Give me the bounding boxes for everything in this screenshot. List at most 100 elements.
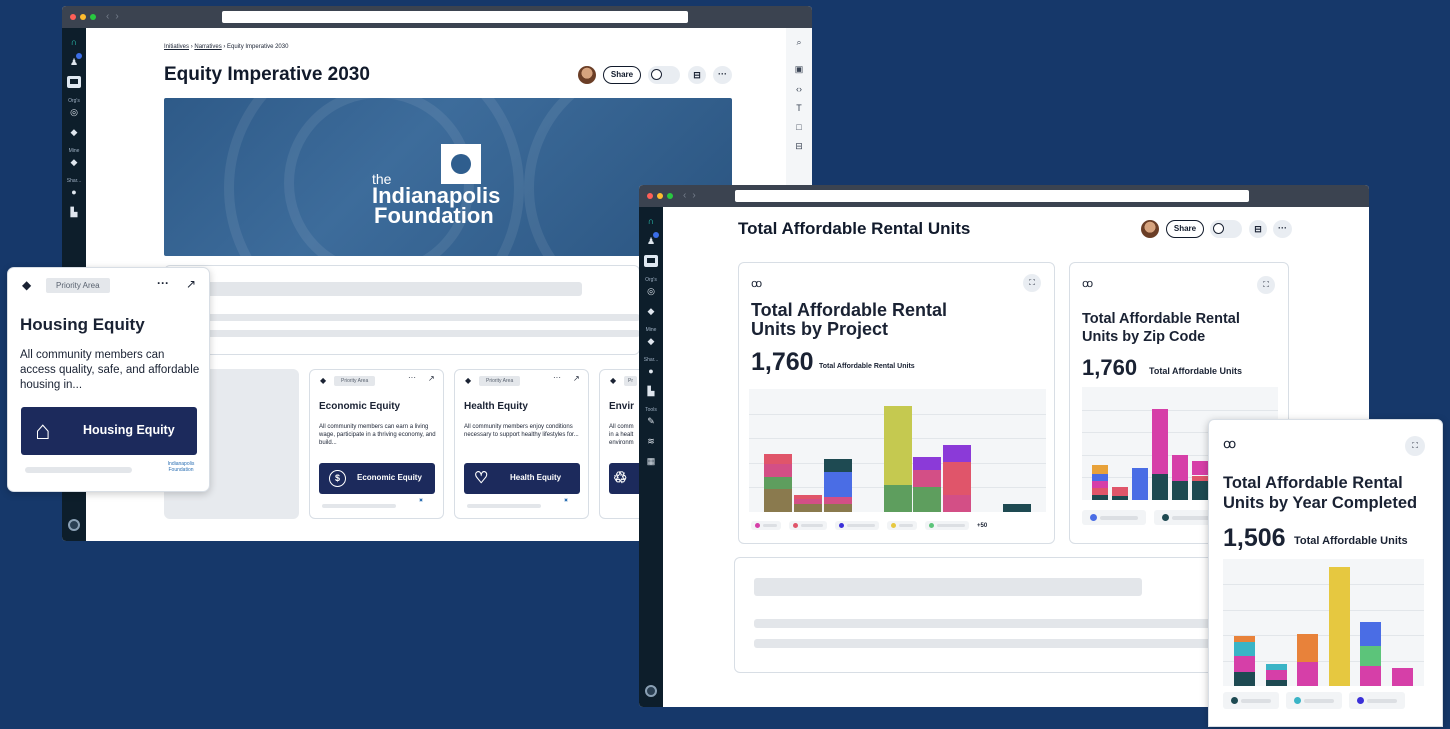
notification-bell-icon[interactable]: ♟ [647, 232, 660, 247]
chart-bar-segment[interactable] [1360, 646, 1381, 666]
chart-bar-segment[interactable] [943, 495, 971, 512]
back-arrow-icon[interactable]: ‹ [106, 12, 109, 22]
box-icon[interactable]: □ [792, 122, 806, 132]
breadcrumb-initiatives[interactable]: Initiatives [164, 44, 189, 50]
minimize-dot[interactable] [80, 14, 86, 20]
breadcrumb-narratives[interactable]: Narratives [194, 44, 221, 50]
orgs-icon[interactable]: ◎ [647, 285, 655, 297]
chart-bar-segment[interactable] [1092, 481, 1108, 488]
chart-bar-segment[interactable] [913, 457, 941, 470]
chart-bar-segment[interactable] [1234, 636, 1255, 642]
narratives-nav-icon[interactable] [67, 76, 81, 88]
forward-arrow-icon[interactable]: › [692, 191, 695, 201]
chart-bar-segment[interactable] [1234, 642, 1255, 656]
app-logo-icon[interactable]: ∩ [71, 36, 78, 48]
chart-bar-segment[interactable] [764, 477, 792, 489]
share-button[interactable]: Share [603, 66, 641, 84]
chart-bar-segment[interactable] [1360, 622, 1381, 646]
chart-bar-segment[interactable] [824, 472, 852, 497]
comments-icon[interactable]: ⊟ [1249, 220, 1267, 238]
chart-bar-segment[interactable] [884, 406, 912, 485]
chart-bar-segment[interactable] [824, 496, 852, 504]
flow-tool-icon[interactable]: ≋ [647, 435, 655, 447]
fullscreen-icon[interactable]: ⛶ [1023, 274, 1041, 292]
chart-bar-segment[interactable] [1152, 409, 1168, 474]
expand-icon[interactable]: ↗ [428, 374, 435, 383]
legend-item[interactable] [1223, 692, 1279, 709]
health-equity-card[interactable]: ◆ Priority Area ··· ↗ Health Equity All … [454, 369, 589, 519]
chart-bar-segment[interactable] [1360, 666, 1381, 686]
layers-icon[interactable]: ◆ [648, 305, 655, 317]
legend-item[interactable] [835, 521, 879, 530]
housing-equity-popup[interactable]: ◆ Priority Area ··· ↗ Housing Equity All… [7, 267, 210, 492]
search-icon[interactable]: ⌕ [792, 37, 806, 48]
comments-icon[interactable]: ⊟ [688, 66, 706, 84]
chart-card-by-project[interactable]: ꝏ ⛶ Total Affordable Rental Units by Pro… [738, 262, 1055, 544]
card-more-button[interactable]: ··· [408, 373, 416, 382]
chart-bar-segment[interactable] [1092, 488, 1108, 495]
chart-bar-segment[interactable] [1234, 656, 1255, 672]
share-button[interactable]: Share [1166, 220, 1204, 238]
app-logo-icon[interactable]: ∩ [648, 215, 655, 227]
code-icon[interactable]: ‹› [792, 84, 806, 94]
chart-card-by-year[interactable]: ꝏ ⛶ Total Affordable Rental Units by Yea… [1208, 419, 1443, 727]
chart-bar-segment[interactable] [1132, 468, 1148, 500]
chart-bar-segment[interactable] [1234, 672, 1255, 686]
profile-avatar[interactable] [645, 685, 657, 697]
chart-bar-segment[interactable] [794, 495, 822, 499]
chart-bar-segment[interactable] [1192, 461, 1208, 475]
expand-icon[interactable]: ↗ [186, 277, 196, 291]
close-dot[interactable] [647, 193, 653, 199]
legend-item[interactable] [751, 521, 781, 530]
chart-bar-segment[interactable] [1266, 670, 1287, 680]
health-equity-button[interactable]: ♡ Health Equity [464, 463, 580, 494]
embed-icon[interactable]: ⊟ [792, 141, 806, 152]
address-bar[interactable] [222, 11, 688, 23]
more-options-button[interactable]: ··· [713, 66, 732, 84]
chart-bar-segment[interactable] [764, 489, 792, 512]
legend-item[interactable] [1082, 510, 1146, 525]
chart-bar-segment[interactable] [1329, 567, 1350, 686]
economic-equity-card[interactable]: ◆ Priority Area ··· ↗ Economic Equity Al… [309, 369, 444, 519]
maximize-dot[interactable] [90, 14, 96, 20]
forward-arrow-icon[interactable]: › [115, 12, 118, 22]
housing-equity-button[interactable]: ⌂ Housing Equity [21, 407, 197, 455]
maximize-dot[interactable] [667, 193, 673, 199]
chart-bar-segment[interactable] [1092, 474, 1108, 481]
minimize-dot[interactable] [657, 193, 663, 199]
mine-layers-icon[interactable]: ◆ [71, 156, 78, 168]
narratives-nav-icon[interactable] [644, 255, 658, 267]
chart-bar-segment[interactable] [824, 459, 852, 472]
comment-toggle[interactable] [648, 66, 680, 84]
legend-item[interactable] [925, 521, 969, 530]
chart-bar-segment[interactable] [1112, 487, 1128, 496]
legend-item[interactable] [887, 521, 917, 530]
text-icon[interactable]: T [792, 103, 806, 113]
chart-bar-segment[interactable] [1112, 496, 1128, 500]
profile-avatar[interactable] [68, 519, 80, 531]
address-bar[interactable] [735, 190, 1249, 202]
back-arrow-icon[interactable]: ‹ [683, 191, 686, 201]
chart-bar-segment[interactable] [884, 485, 912, 512]
chart-bar-segment[interactable] [1192, 476, 1208, 481]
popup-more-button[interactable]: ··· [157, 276, 169, 290]
legend-more[interactable]: +50 [977, 523, 987, 529]
org-icon[interactable]: ▙ [648, 385, 655, 397]
chart-bar-segment[interactable] [824, 504, 852, 512]
chart-bar-segment[interactable] [1172, 455, 1188, 481]
chart-bar-segment[interactable] [764, 454, 792, 464]
close-dot[interactable] [70, 14, 76, 20]
mine-layers-icon[interactable]: ◆ [648, 335, 655, 347]
chart-bar-segment[interactable] [1003, 504, 1031, 512]
chart-bar-segment[interactable] [1266, 664, 1287, 670]
chart-bar-segment[interactable] [1092, 495, 1108, 500]
chart-bar-segment[interactable] [1266, 680, 1287, 686]
notification-bell-icon[interactable]: ♟ [70, 53, 83, 68]
chart-bar-segment[interactable] [1297, 662, 1318, 686]
legend-item[interactable] [1349, 692, 1405, 709]
comment-toggle[interactable] [1210, 220, 1242, 238]
chart-bar-segment[interactable] [913, 487, 941, 512]
card-more-button[interactable]: ··· [553, 373, 561, 382]
user-avatar[interactable] [1141, 220, 1159, 238]
user-icon[interactable]: ● [648, 365, 653, 377]
